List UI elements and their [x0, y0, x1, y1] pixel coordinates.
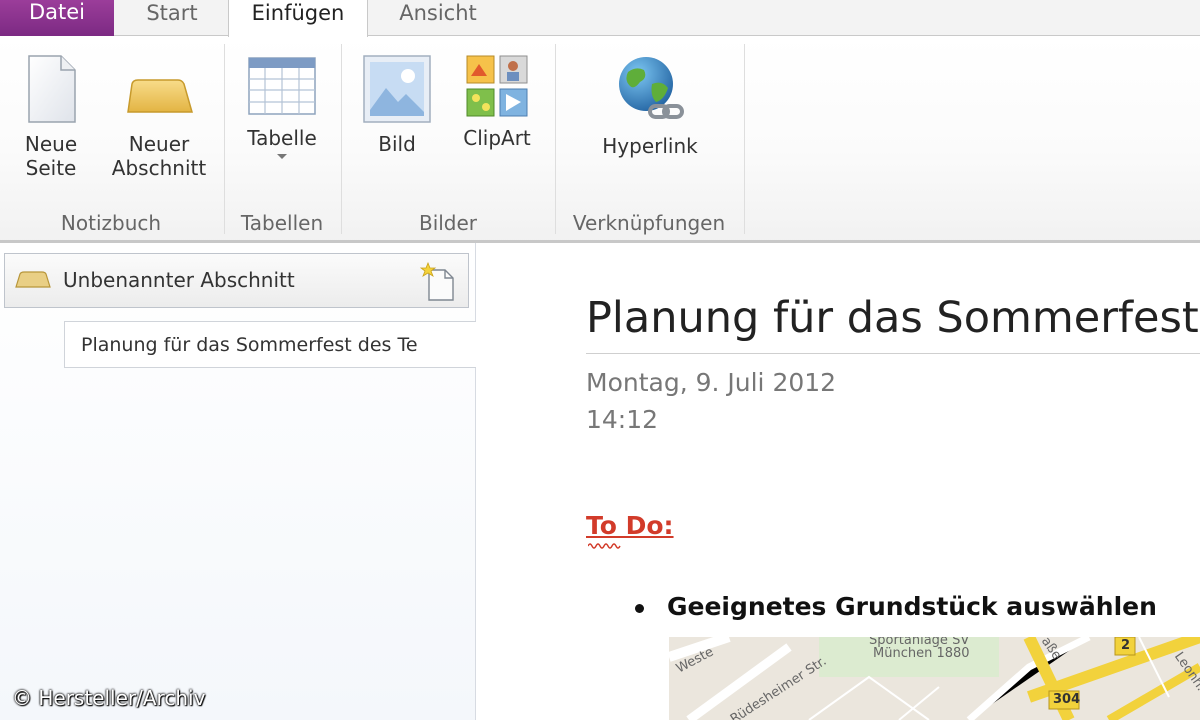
new-section-icon [127, 79, 193, 113]
page-list-item[interactable]: Planung für das Sommerfest des Te [64, 321, 476, 368]
group-label-images: Bilder [418, 211, 478, 235]
group-separator [224, 44, 225, 234]
page-title[interactable]: Planung für das Sommerfest d [586, 293, 1200, 343]
section-label: Unbenannter Abschnitt [63, 268, 295, 292]
group-label-notebook: Notizbuch [60, 211, 162, 235]
clipart-icon [466, 55, 528, 117]
map-road-number: 2 [1121, 638, 1131, 653]
hyperlink-button[interactable]: Hyperlink [590, 54, 710, 158]
new-page-button[interactable]: Neue Seite [6, 54, 96, 180]
map-image[interactable]: Sportanlage SV München 1880 Weste Rüdesh… [669, 637, 1200, 720]
globe-link-icon [619, 57, 684, 119]
spellcheck-underline [588, 543, 621, 549]
map-road-number: 304 [1053, 692, 1081, 707]
tab-view[interactable]: Ansicht [378, 0, 498, 36]
image-credit: © Hersteller/Archiv [12, 686, 206, 710]
picture-button[interactable]: Bild [354, 54, 440, 156]
new-page-star-icon[interactable] [420, 262, 456, 302]
new-section-button[interactable]: Neuer Abschnitt [104, 54, 214, 180]
tab-start[interactable]: Start [130, 0, 214, 36]
task-item[interactable]: Geeignetes Grundstück auswählen [667, 592, 1157, 621]
chevron-down-icon[interactable] [277, 154, 287, 159]
new-page-icon [28, 55, 76, 123]
group-label-tables: Tabellen [240, 211, 324, 235]
page-list-item-label: Planung für das Sommerfest des Te [81, 334, 418, 356]
group-separator [744, 44, 745, 234]
section-icon [15, 271, 51, 288]
todo-heading[interactable]: To Do: [586, 511, 674, 540]
group-separator [341, 44, 342, 234]
navigation-pane [0, 243, 476, 720]
picture-icon [363, 55, 431, 123]
page-time: 14:12 [586, 405, 659, 434]
clipart-button[interactable]: ClipArt [448, 54, 546, 150]
tab-insert[interactable]: Einfügen [228, 0, 368, 37]
page-date: Montag, 9. Juli 2012 [586, 368, 837, 397]
title-underline [586, 353, 1200, 354]
map-label-club: München 1880 [873, 646, 970, 661]
group-separator [555, 44, 556, 234]
table-icon [248, 57, 316, 115]
new-section-label: Neuer Abschnitt [111, 132, 207, 180]
table-label: Tabelle [247, 126, 317, 150]
tab-file[interactable]: Datei [0, 0, 114, 36]
hyperlink-label: Hyperlink [602, 134, 698, 158]
clipart-label: ClipArt [463, 126, 531, 150]
picture-label: Bild [378, 132, 416, 156]
table-button[interactable]: Tabelle [236, 54, 328, 159]
bullet-point [635, 604, 644, 613]
new-page-label: Neue Seite [24, 132, 78, 180]
group-label-links: Verknüpfungen [572, 211, 726, 235]
